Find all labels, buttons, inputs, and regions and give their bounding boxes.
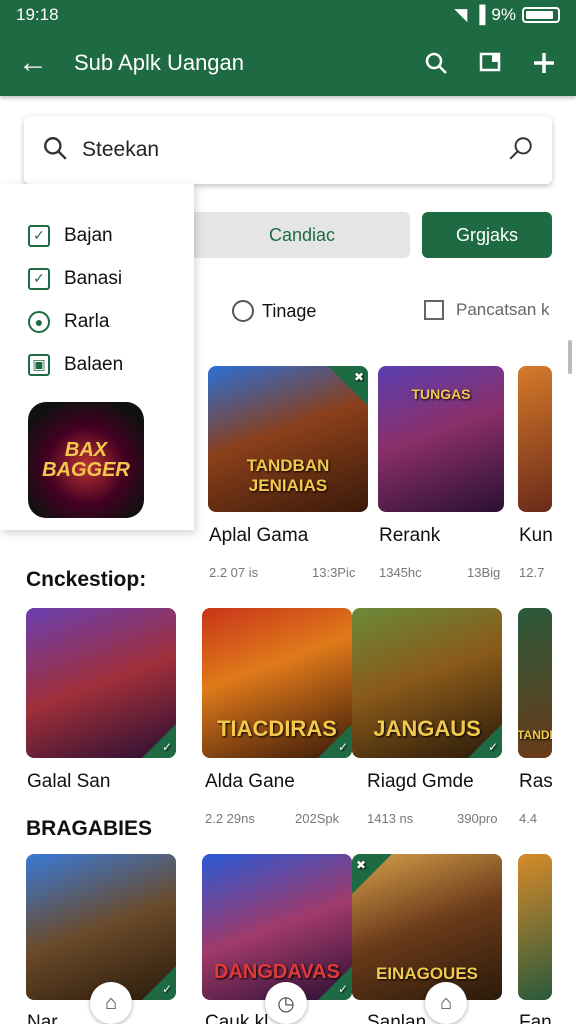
filter-label: Tinage	[262, 300, 317, 321]
scrollbar[interactable]	[568, 340, 572, 374]
menu-item-label: Bajan	[64, 224, 113, 246]
game-title[interactable]: Galal San	[27, 771, 110, 793]
promo-art-title: BAX BAGGER	[42, 439, 130, 481]
game-art-title: DANGDAVAS	[214, 961, 340, 983]
menu-item-label: Balaen	[64, 353, 124, 375]
section-heading: BRAGABIES	[26, 817, 153, 840]
game-meta: 1413 ns	[367, 811, 414, 826]
game-title[interactable]: Riagd Gmde	[367, 771, 474, 793]
game-meta: 12.7	[519, 565, 545, 580]
game-thumbnail[interactable]: TANDBAN JENIAIAS ✖	[208, 366, 368, 512]
corner-badge: ✓	[142, 966, 176, 1000]
corner-badge: ✓	[142, 724, 176, 758]
chip-grgjaks[interactable]: Grgjaks	[422, 212, 552, 258]
game-meta: 13Big	[467, 565, 501, 580]
filter-tinage[interactable]: Tinage	[232, 300, 316, 322]
chip-candiac[interactable]: Candiac	[194, 212, 410, 258]
game-title[interactable]: Alda Gane	[205, 771, 295, 793]
checkbox[interactable]	[424, 300, 444, 320]
bookmark-icon[interactable]	[476, 49, 504, 77]
game-thumbnail[interactable]: TANDI	[518, 608, 552, 758]
radio-icon: ●	[28, 310, 50, 333]
menu-item-label: Banasi	[64, 267, 123, 289]
clock-icon[interactable]: ◷	[265, 982, 307, 1024]
filter-label: Pancatsan k	[456, 300, 550, 319]
add-icon[interactable]	[530, 49, 558, 77]
game-thumbnail[interactable]: DANGDAVAS ✓	[202, 854, 352, 1000]
game-meta: 202Spk	[295, 811, 340, 826]
game-meta: 13:3Pic	[312, 565, 356, 580]
status-bar: 19:18 ◥ ▐ 9%	[0, 0, 576, 30]
game-thumbnail[interactable]: ✓	[26, 854, 176, 1000]
check-icon: ✓	[28, 267, 50, 290]
home-icon[interactable]: ⌂	[425, 982, 467, 1024]
magnifier-icon[interactable]	[508, 135, 534, 166]
game-meta: 2.2 07 is	[209, 565, 259, 580]
home-icon[interactable]: ⌂	[90, 982, 132, 1024]
search-icon[interactable]	[422, 49, 450, 77]
game-thumbnail[interactable]: EINAGOUES ✖	[352, 854, 502, 1000]
corner-badge: ✖	[352, 854, 392, 894]
game-title[interactable]: Kun	[519, 525, 553, 547]
game-thumbnail[interactable]: TUNGAS	[378, 366, 504, 512]
dropdown-menu: ✓ Bajan ✓ Banasi ● Rarla ▣ Balaen BAX BA…	[0, 184, 194, 530]
status-time: 19:18	[16, 5, 59, 24]
signal-icon: ▐	[473, 5, 486, 24]
game-art-title: TIACDIRAS	[217, 716, 337, 741]
search-input[interactable]: Steekan	[82, 138, 508, 162]
section-heading: Cnckestiop:	[26, 568, 147, 591]
menu-item-rarla[interactable]: ● Rarla	[28, 300, 194, 343]
game-title[interactable]: Nar	[27, 1012, 58, 1024]
game-title[interactable]: Cauk kl	[205, 1012, 268, 1024]
game-title[interactable]: Aplal Gama	[209, 525, 308, 547]
game-art-title: TUNGAS	[411, 386, 471, 402]
battery-fill	[526, 11, 553, 19]
game-title[interactable]: Ras	[519, 771, 553, 793]
search-bar[interactable]: Steekan	[24, 116, 552, 184]
battery-icon	[522, 7, 560, 23]
game-thumbnail[interactable]	[518, 366, 552, 512]
game-thumbnail[interactable]: JANGAUS ✓	[352, 608, 502, 758]
corner-badge: ✖	[328, 366, 368, 406]
check-icon: ✓	[28, 224, 50, 247]
battery-percent: 9%	[491, 5, 516, 24]
menu-item-banasi[interactable]: ✓ Banasi	[28, 257, 194, 300]
game-thumbnail[interactable]: TIACDIRAS ✓	[202, 608, 352, 758]
filter-pancatsan[interactable]: Pancatsan k	[424, 300, 550, 320]
game-meta: 4.4	[519, 811, 538, 826]
game-title[interactable]: Fan	[519, 1012, 552, 1024]
game-title[interactable]: Sanlan	[367, 1012, 426, 1024]
game-thumbnail[interactable]: ✓	[26, 608, 176, 758]
tag-icon	[232, 300, 254, 322]
image-icon: ▣	[28, 353, 50, 376]
game-meta: 1345hc	[379, 565, 422, 580]
back-icon[interactable]: ←	[18, 46, 58, 80]
game-meta: 2.2 29ns	[205, 811, 255, 826]
wifi-icon: ◥	[454, 5, 468, 24]
menu-item-balaen[interactable]: ▣ Balaen	[28, 343, 194, 386]
game-thumbnail[interactable]	[518, 854, 552, 1000]
game-art-title: EINAGOUES	[375, 964, 479, 983]
search-icon	[42, 135, 68, 166]
game-art-title: JANGAUS	[373, 716, 481, 741]
game-title[interactable]: Rerank	[379, 525, 440, 547]
page-title: Sub Aplk Uangan	[74, 50, 245, 75]
app-bar: ← Sub Aplk Uangan	[0, 30, 576, 96]
promo-app-icon[interactable]: BAX BAGGER	[28, 402, 144, 518]
game-meta: 390pro	[457, 811, 498, 826]
game-art-title: TANDBAN JENIAIAS	[246, 456, 330, 495]
menu-item-bajan[interactable]: ✓ Bajan	[28, 214, 194, 257]
menu-item-label: Rarla	[64, 310, 110, 332]
game-art-title: TANDI	[518, 728, 552, 742]
